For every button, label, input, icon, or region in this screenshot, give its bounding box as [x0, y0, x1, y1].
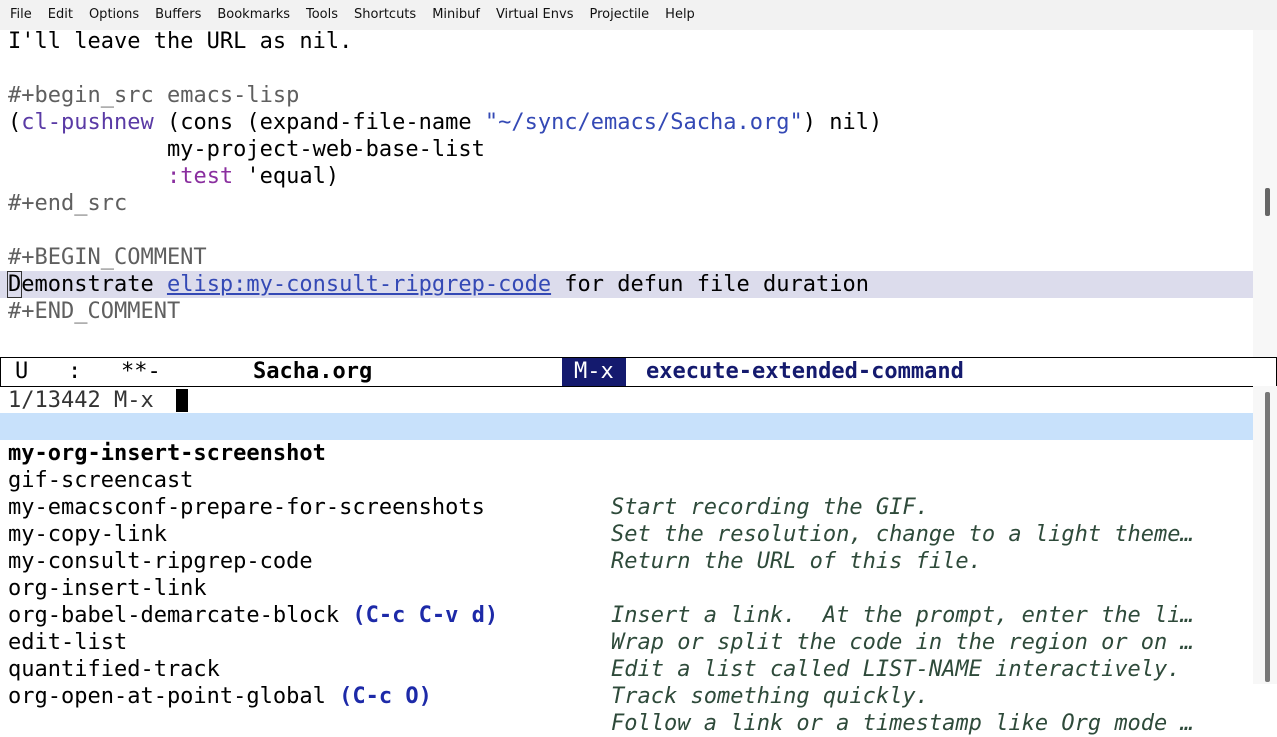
minibuffer-scrollbar-thumb[interactable]	[1265, 392, 1270, 682]
mode-line: U : **- Sacha.org M-x execute-extended-c…	[0, 357, 1277, 387]
menu-shortcuts[interactable]: Shortcuts	[346, 0, 424, 30]
menu-file[interactable]: File	[0, 0, 40, 30]
menu-edit[interactable]: Edit	[40, 0, 81, 30]
code-line-3: :test 'equal)	[8, 163, 339, 190]
mode-line-status: U : **-	[15, 359, 161, 384]
src-language: emacs-lisp	[153, 83, 300, 108]
editor-scrollbar-thumb[interactable]	[1265, 188, 1270, 216]
menu-projectile[interactable]: Projectile	[581, 0, 657, 30]
candidate-item[interactable]: org-babel-demarcate-block (C-c C-v d) Wr…	[0, 575, 1253, 655]
comment-text-rest: for defun file duration	[551, 272, 869, 297]
code-text: (cons (expand-file-name	[153, 110, 485, 135]
text-line: I'll leave the URL as nil.	[8, 29, 353, 54]
code-function: cl-pushnew	[21, 110, 154, 135]
menu-bookmarks[interactable]: Bookmarks	[209, 0, 298, 30]
code-line-2: my-project-web-base-list	[8, 137, 485, 162]
src-end-line: #+end_src	[8, 191, 128, 216]
candidate-name: org-open-at-point-global	[8, 684, 326, 709]
candidate-doc: Follow a link or a timestamp like Org mo…	[611, 711, 1194, 736]
src-begin-keyword: #+begin_src	[8, 83, 154, 108]
candidate-item[interactable]: my-consult-ripgrep-code	[0, 521, 1253, 574]
mode-line-buffer-name: Sacha.org	[253, 359, 373, 384]
code-paren: (	[8, 110, 22, 135]
menu-virtual-envs[interactable]: Virtual Envs	[488, 0, 582, 30]
comment-text-line: Demonstrate elisp:my-consult-ripgrep-cod…	[6, 271, 869, 298]
mode-line-key: M-x	[562, 358, 626, 386]
editor-scrollbar[interactable]	[1253, 30, 1277, 357]
candidate-item-selected[interactable]: my-org-insert-screenshot	[0, 413, 1253, 466]
elisp-link[interactable]: elisp:my-consult-ripgrep-code	[167, 272, 551, 297]
candidate-doc: Track something quickly.	[611, 684, 929, 709]
candidate-item[interactable]: my-copy-link Return the URL of this file…	[0, 494, 1253, 574]
code-keyword-arg: :test	[166, 164, 234, 189]
menu-buffers[interactable]: Buffers	[147, 0, 209, 30]
code-text-end: ) nil)	[802, 110, 883, 135]
minibuffer-prompt: 1/13442 M-x	[8, 388, 167, 413]
comment-end-line: #+END_COMMENT	[8, 299, 181, 324]
text-cursor: D	[6, 271, 23, 298]
code-string: "~/sync/emacs/Sacha.org"	[484, 110, 803, 135]
candidate-item[interactable]: quantified-track Track something quickly…	[0, 629, 1253, 709]
candidate-item[interactable]: org-insert-link Insert a link. At the pr…	[0, 548, 1253, 628]
src-begin-line: #+begin_src emacs-lisp	[8, 82, 299, 109]
candidate-name-with-key: org-open-at-point-global (C-c O)	[8, 683, 432, 710]
candidate-item[interactable]: edit-list Edit a list called LIST-NAME i…	[0, 602, 1253, 682]
comment-text: emonstrate	[21, 272, 167, 297]
candidate-item[interactable]: gif-screencast Start recording the GIF.	[0, 440, 1253, 520]
menu-tools[interactable]: Tools	[298, 0, 346, 30]
candidate-item[interactable]: org-open-at-point-global (C-c O) Follow …	[0, 656, 1253, 736]
menu-options[interactable]: Options	[81, 0, 147, 30]
candidate-keybinding: (C-c O)	[339, 684, 432, 709]
menu-bar: File Edit Options Buffers Bookmarks Tool…	[0, 0, 1277, 30]
mode-line-command: execute-extended-command	[646, 359, 964, 384]
minibuffer-scrollbar[interactable]	[1253, 386, 1277, 684]
code-line-1: (cl-pushnew (cons (expand-file-name "~/s…	[8, 109, 882, 136]
menu-help[interactable]: Help	[657, 0, 703, 30]
candidate-item[interactable]: my-emacsconf-prepare-for-screenshots Set…	[0, 467, 1253, 547]
minibuffer-cursor[interactable]	[176, 389, 188, 412]
menu-minibuf[interactable]: Minibuf	[424, 0, 488, 30]
comment-begin-line: #+BEGIN_COMMENT	[8, 245, 207, 270]
code-text: 'equal)	[233, 164, 340, 189]
